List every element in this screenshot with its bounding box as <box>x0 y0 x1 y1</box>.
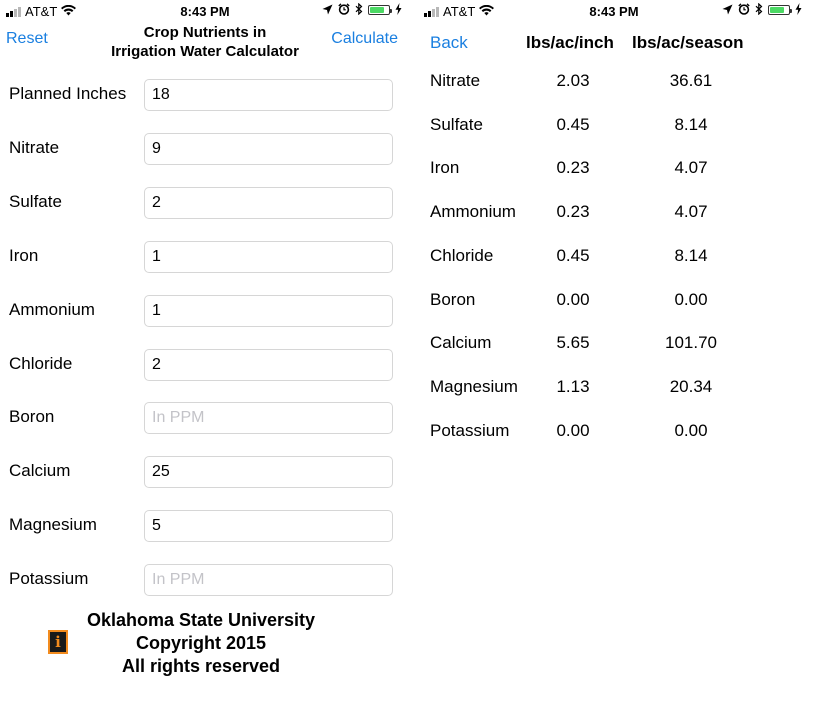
form-row: Sulfate <box>0 186 410 221</box>
nutrient-input[interactable] <box>144 456 393 489</box>
bluetooth-icon <box>755 2 763 17</box>
result-row: Potassium 0.00 0.00 <box>410 421 818 445</box>
result-row: Magnesium 1.13 20.34 <box>410 377 818 401</box>
nutrient-name: Ammonium <box>430 202 516 222</box>
calculator-screen: AT&T 8:43 PM Reset Crop Nutrients in Irr… <box>0 0 410 714</box>
nutrient-name: Calcium <box>430 333 492 353</box>
field-label: Potassium <box>9 569 89 589</box>
bluetooth-icon <box>355 2 363 17</box>
result-row: Sulfate 0.45 8.14 <box>410 115 818 139</box>
field-label: Nitrate <box>9 137 60 157</box>
lbs-per-inch-value: 1.13 <box>556 376 590 396</box>
form-row: Potassium <box>0 564 410 598</box>
form-row: Planned Inches <box>0 79 410 113</box>
result-row: Boron 0.00 0.00 <box>410 290 818 314</box>
nutrient-name: Magnesium <box>430 376 518 396</box>
footer-line: All rights reserved <box>121 656 281 676</box>
lbs-per-inch-value: 0.45 <box>556 114 590 134</box>
form-row: Ammonium <box>0 294 410 329</box>
nutrient-name: Nitrate <box>430 71 481 90</box>
charging-bolt-icon <box>395 3 402 17</box>
lbs-per-inch-value: 0.00 <box>556 420 590 440</box>
lbs-per-inch-value: 0.00 <box>556 289 590 309</box>
form-row: Iron <box>0 240 410 275</box>
alarm-clock-icon <box>738 3 750 17</box>
nutrient-name: Sulfate <box>430 114 483 134</box>
lbs-per-season-value: 8.14 <box>674 245 708 265</box>
lbs-per-season-value: 0.00 <box>674 289 708 309</box>
lbs-per-season-value: 8.14 <box>674 114 708 134</box>
footer-line: Copyright 2015 <box>135 633 267 653</box>
column-header-per-inch: lbs/ac/inch <box>526 33 614 52</box>
field-label: Ammonium <box>9 299 95 319</box>
form-row: Calcium <box>0 456 410 490</box>
battery-level <box>770 7 784 13</box>
result-row: Iron 0.23 4.07 <box>410 158 818 182</box>
result-row: Ammonium 0.23 4.07 <box>410 202 818 226</box>
result-row: Chloride 0.45 8.14 <box>410 246 818 270</box>
status-bar: AT&T 8:43 PM <box>410 0 818 22</box>
field-label: Planned Inches <box>9 84 127 103</box>
result-row: Nitrate 2.03 36.61 <box>410 71 818 95</box>
location-arrow-icon <box>722 4 733 17</box>
nutrient-input[interactable] <box>144 132 393 165</box>
nutrient-input[interactable] <box>144 240 393 273</box>
nutrient-name: Chloride <box>430 245 494 265</box>
copyright-footer: Oklahoma State University Copyright 2015… <box>76 609 326 678</box>
nutrient-input[interactable] <box>144 348 393 381</box>
form-row: Nitrate <box>0 132 410 167</box>
column-header-per-season: lbs/ac/season <box>632 33 744 52</box>
reset-button[interactable]: Reset <box>6 30 48 48</box>
nutrient-name: Boron <box>430 289 476 309</box>
nutrient-name: Iron <box>430 158 460 178</box>
battery-icon <box>768 5 792 15</box>
back-button[interactable]: Back <box>430 33 468 53</box>
form-row: Boron <box>0 402 410 436</box>
nutrient-input[interactable] <box>144 186 393 219</box>
lbs-per-season-value: 4.07 <box>674 202 708 222</box>
lbs-per-season-value: 20.34 <box>669 376 713 396</box>
field-label: Sulfate <box>9 191 62 211</box>
calculate-button[interactable]: Calculate <box>331 30 398 48</box>
form-row: Magnesium <box>0 510 410 544</box>
field-label: Boron <box>9 407 55 427</box>
nutrient-input[interactable] <box>144 79 393 111</box>
results-screen: AT&T 8:43 PM Back lbs/ac/inch lbs/ac/sea… <box>410 0 818 714</box>
result-row: Calcium 5.65 101.70 <box>410 333 818 357</box>
nutrient-input[interactable] <box>144 402 393 435</box>
nutrient-input[interactable] <box>144 294 393 327</box>
lbs-per-inch-value: 0.23 <box>556 158 590 178</box>
lbs-per-season-value: 101.70 <box>665 333 717 353</box>
footer-line: Oklahoma State University <box>86 610 316 630</box>
page-title-line: Irrigation Water Calculator <box>111 43 299 60</box>
form-row: Chloride <box>0 348 410 383</box>
page-title: Crop Nutrients in Irrigation Water Calcu… <box>80 23 330 61</box>
info-icon[interactable]: i <box>48 630 68 654</box>
nutrient-input[interactable] <box>144 564 393 597</box>
field-label: Iron <box>9 245 39 265</box>
lbs-per-season-value: 0.00 <box>674 420 708 440</box>
status-bar: AT&T 8:43 PM <box>0 0 410 22</box>
alarm-clock-icon <box>338 3 350 17</box>
location-arrow-icon <box>322 4 333 17</box>
lbs-per-inch-value: 0.45 <box>556 245 590 265</box>
page-title-line: Crop Nutrients in <box>143 24 267 41</box>
charging-bolt-icon <box>795 3 802 17</box>
battery-level <box>370 7 384 13</box>
lbs-per-inch-value: 0.23 <box>556 202 590 222</box>
lbs-per-inch-value: 2.03 <box>556 71 590 90</box>
battery-icon <box>368 5 392 15</box>
lbs-per-season-value: 36.61 <box>669 71 713 90</box>
field-label: Calcium <box>9 461 71 481</box>
nutrient-input[interactable] <box>144 510 393 543</box>
lbs-per-season-value: 4.07 <box>674 158 708 178</box>
field-label: Chloride <box>9 353 73 373</box>
lbs-per-inch-value: 5.65 <box>556 333 590 353</box>
nutrient-name: Potassium <box>430 420 510 440</box>
field-label: Magnesium <box>9 515 97 535</box>
